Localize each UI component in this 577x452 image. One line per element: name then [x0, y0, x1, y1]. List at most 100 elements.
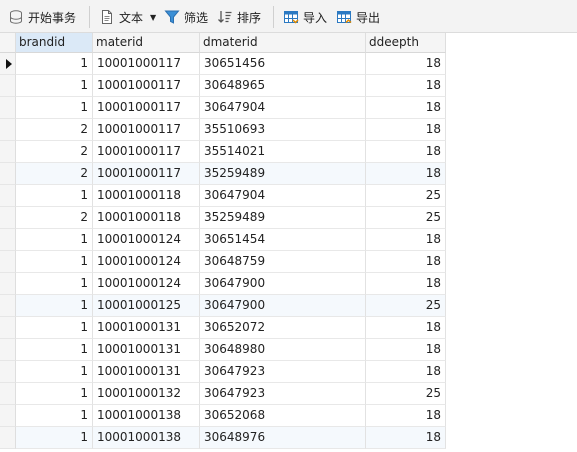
text-button[interactable]: 文本 ▼ [99, 6, 156, 28]
cell-ddeepth[interactable]: 18 [366, 427, 446, 449]
row-marker[interactable] [0, 427, 16, 449]
table-row[interactable]: 2 10001000118 35259489 25 [0, 207, 446, 229]
cell-materid[interactable]: 10001000132 [93, 383, 200, 405]
row-marker[interactable] [0, 207, 16, 229]
cell-materid[interactable]: 10001000124 [93, 229, 200, 251]
cell-brandid[interactable]: 1 [16, 251, 93, 273]
table-row[interactable]: 2 10001000117 35514021 18 [0, 141, 446, 163]
cell-brandid[interactable]: 1 [16, 97, 93, 119]
cell-materid[interactable]: 10001000117 [93, 75, 200, 97]
row-marker[interactable] [0, 185, 16, 207]
cell-dmaterid[interactable]: 30648759 [200, 251, 366, 273]
table-row[interactable]: 1 10001000131 30647923 18 [0, 361, 446, 383]
table-row[interactable]: 1 10001000117 30647904 18 [0, 97, 446, 119]
table-row[interactable]: 1 10001000131 30648980 18 [0, 339, 446, 361]
cell-dmaterid[interactable]: 35514021 [200, 141, 366, 163]
cell-materid[interactable]: 10001000117 [93, 141, 200, 163]
cell-materid[interactable]: 10001000131 [93, 339, 200, 361]
cell-brandid[interactable]: 1 [16, 317, 93, 339]
cell-brandid[interactable]: 2 [16, 207, 93, 229]
cell-dmaterid[interactable]: 35259489 [200, 163, 366, 185]
cell-ddeepth[interactable]: 18 [366, 53, 446, 75]
cell-ddeepth[interactable]: 25 [366, 207, 446, 229]
table-row[interactable]: 1 10001000117 30651456 18 [0, 53, 446, 75]
cell-brandid[interactable]: 2 [16, 119, 93, 141]
cell-brandid[interactable]: 1 [16, 361, 93, 383]
cell-ddeepth[interactable]: 18 [366, 97, 446, 119]
cell-dmaterid[interactable]: 30652072 [200, 317, 366, 339]
row-marker[interactable] [0, 163, 16, 185]
cell-materid[interactable]: 10001000117 [93, 163, 200, 185]
cell-dmaterid[interactable]: 30648980 [200, 339, 366, 361]
cell-materid[interactable]: 10001000138 [93, 427, 200, 449]
row-marker[interactable] [0, 361, 16, 383]
table-row[interactable]: 1 10001000117 30648965 18 [0, 75, 446, 97]
cell-brandid[interactable]: 1 [16, 295, 93, 317]
cell-materid[interactable]: 10001000138 [93, 405, 200, 427]
import-button[interactable]: 导入 [283, 6, 327, 28]
export-button[interactable]: 导出 [336, 6, 380, 28]
table-row[interactable]: 1 10001000124 30651454 18 [0, 229, 446, 251]
table-row[interactable]: 1 10001000138 30652068 18 [0, 405, 446, 427]
cell-dmaterid[interactable]: 30652068 [200, 405, 366, 427]
cell-ddeepth[interactable]: 18 [366, 273, 446, 295]
column-header-ddeepth[interactable]: ddeepth [366, 33, 446, 53]
cell-dmaterid[interactable]: 30651456 [200, 53, 366, 75]
cell-ddeepth[interactable]: 18 [366, 339, 446, 361]
cell-materid[interactable]: 10001000124 [93, 273, 200, 295]
table-row[interactable]: 2 10001000117 35510693 18 [0, 119, 446, 141]
row-marker[interactable] [0, 251, 16, 273]
column-header-brandid[interactable]: brandid [16, 33, 93, 53]
table-row[interactable]: 1 10001000125 30647900 25 [0, 295, 446, 317]
cell-dmaterid[interactable]: 30648965 [200, 75, 366, 97]
cell-dmaterid[interactable]: 30647900 [200, 273, 366, 295]
cell-brandid[interactable]: 1 [16, 427, 93, 449]
cell-dmaterid[interactable]: 30647923 [200, 383, 366, 405]
cell-dmaterid[interactable]: 30647923 [200, 361, 366, 383]
cell-materid[interactable]: 10001000117 [93, 53, 200, 75]
cell-brandid[interactable]: 1 [16, 383, 93, 405]
cell-materid[interactable]: 10001000117 [93, 97, 200, 119]
cell-materid[interactable]: 10001000124 [93, 251, 200, 273]
cell-materid[interactable]: 10001000118 [93, 185, 200, 207]
row-marker[interactable] [0, 273, 16, 295]
cell-ddeepth[interactable]: 18 [366, 361, 446, 383]
row-marker[interactable] [0, 339, 16, 361]
cell-dmaterid[interactable]: 30647904 [200, 185, 366, 207]
cell-ddeepth[interactable]: 18 [366, 163, 446, 185]
current-row-indicator-icon[interactable] [0, 53, 16, 75]
table-row[interactable]: 1 10001000131 30652072 18 [0, 317, 446, 339]
row-marker[interactable] [0, 229, 16, 251]
cell-brandid[interactable]: 1 [16, 185, 93, 207]
sort-button[interactable]: 排序 [217, 6, 261, 28]
cell-materid[interactable]: 10001000131 [93, 361, 200, 383]
cell-materid[interactable]: 10001000131 [93, 317, 200, 339]
cell-brandid[interactable]: 2 [16, 163, 93, 185]
cell-brandid[interactable]: 1 [16, 229, 93, 251]
cell-ddeepth[interactable]: 18 [366, 317, 446, 339]
cell-brandid[interactable]: 1 [16, 405, 93, 427]
cell-ddeepth[interactable]: 18 [366, 405, 446, 427]
cell-ddeepth[interactable]: 25 [366, 295, 446, 317]
table-row[interactable]: 1 10001000118 30647904 25 [0, 185, 446, 207]
cell-materid[interactable]: 10001000117 [93, 119, 200, 141]
row-marker[interactable] [0, 97, 16, 119]
table-row[interactable]: 1 10001000124 30648759 18 [0, 251, 446, 273]
cell-brandid[interactable]: 1 [16, 273, 93, 295]
begin-transaction-button[interactable]: 开始事务 [8, 6, 76, 28]
cell-ddeepth[interactable]: 18 [366, 119, 446, 141]
cell-ddeepth[interactable]: 25 [366, 185, 446, 207]
cell-dmaterid[interactable]: 30647904 [200, 97, 366, 119]
table-row[interactable]: 1 10001000132 30647923 25 [0, 383, 446, 405]
cell-dmaterid[interactable]: 30648976 [200, 427, 366, 449]
cell-brandid[interactable]: 1 [16, 75, 93, 97]
cell-dmaterid[interactable]: 35510693 [200, 119, 366, 141]
cell-dmaterid[interactable]: 30651454 [200, 229, 366, 251]
table-row[interactable]: 1 10001000124 30647900 18 [0, 273, 446, 295]
column-header-materid[interactable]: materid [93, 33, 200, 53]
row-marker[interactable] [0, 383, 16, 405]
cell-ddeepth[interactable]: 18 [366, 141, 446, 163]
filter-button[interactable]: 筛选 [164, 6, 208, 28]
cell-materid[interactable]: 10001000125 [93, 295, 200, 317]
cell-brandid[interactable]: 1 [16, 53, 93, 75]
